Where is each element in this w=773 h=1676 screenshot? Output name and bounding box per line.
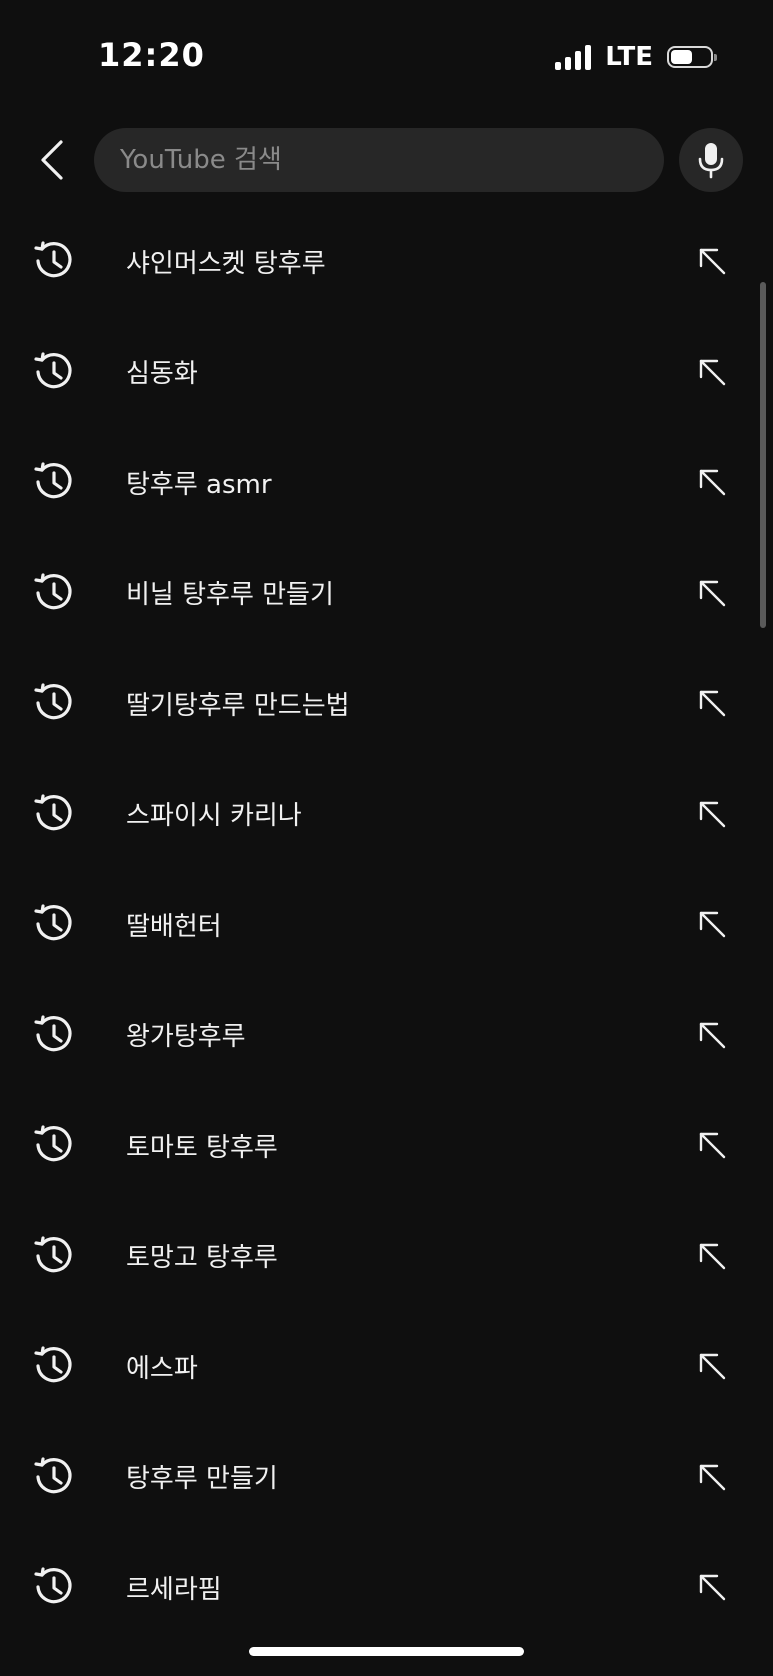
back-arrow-icon [41, 140, 63, 180]
history-icon [33, 1456, 75, 1498]
arrow-up-left-icon[interactable] [692, 1346, 732, 1386]
suggestion-row[interactable]: 심동화 [0, 317, 773, 428]
scrollbar[interactable] [760, 282, 766, 628]
suggestion-row[interactable]: 스파이시 카리나 [0, 759, 773, 870]
battery-level [671, 50, 692, 64]
search-box[interactable] [94, 128, 664, 192]
suggestion-row[interactable]: 샤인머스켓 탕후루 [0, 206, 773, 317]
suggestion-text: 토망고 탕후루 [126, 1243, 278, 1274]
suggestion-text: 딸기탕후루 만드는법 [126, 690, 350, 721]
signal-strength-icon [555, 44, 592, 70]
history-icon [33, 903, 75, 945]
search-history-list: 샤인머스켓 탕후루심동화탕후루 asmr 비닐 탕후루 만들기딸기탕후루 만드는법… [0, 206, 773, 1643]
suggestion-text: 르세라핌 [126, 1574, 222, 1605]
arrow-up-left-icon[interactable] [692, 1125, 732, 1165]
arrow-up-left-icon[interactable] [692, 904, 732, 944]
suggestion-text: 왕가탕후루 [126, 1022, 246, 1053]
suggestion-row[interactable]: 에스파 [0, 1311, 773, 1422]
arrow-up-left-icon[interactable] [692, 1236, 732, 1276]
search-header [0, 120, 773, 202]
status-time: 12:20 [98, 36, 205, 74]
arrow-up-left-icon[interactable] [692, 462, 732, 502]
history-icon [33, 1014, 75, 1056]
suggestion-row[interactable]: 왕가탕후루 [0, 980, 773, 1091]
arrow-up-left-icon[interactable] [692, 683, 732, 723]
suggestion-text: 비닐 탕후루 만들기 [126, 580, 334, 611]
arrow-up-left-icon[interactable] [692, 1015, 732, 1055]
arrow-up-left-icon[interactable] [692, 573, 732, 613]
suggestion-text: 스파이시 카리나 [126, 801, 302, 832]
battery-icon [667, 46, 717, 68]
suggestion-text: 토마토 탕후루 [126, 1132, 278, 1163]
search-input[interactable] [94, 128, 664, 192]
suggestion-text: 샤인머스켓 탕후루 [126, 248, 326, 279]
arrow-up-left-icon[interactable] [692, 1567, 732, 1607]
status-bar: 12:20 LTE [0, 0, 773, 110]
arrow-up-left-icon[interactable] [692, 1457, 732, 1497]
history-icon [33, 682, 75, 724]
microphone-icon [698, 143, 724, 179]
history-icon [33, 240, 75, 282]
network-type: LTE [605, 42, 653, 72]
back-button[interactable] [22, 130, 82, 190]
history-icon [33, 351, 75, 393]
suggestion-row[interactable]: 토망고 탕후루 [0, 1201, 773, 1312]
arrow-up-left-icon[interactable] [692, 352, 732, 392]
history-icon [33, 572, 75, 614]
history-icon [33, 1345, 75, 1387]
history-icon [33, 1235, 75, 1277]
suggestion-row[interactable]: 딸기탕후루 만드는법 [0, 648, 773, 759]
history-icon [33, 793, 75, 835]
arrow-up-left-icon[interactable] [692, 794, 732, 834]
suggestion-row[interactable]: 르세라핌 [0, 1532, 773, 1643]
suggestion-text: 탕후루 만들기 [126, 1464, 278, 1495]
history-icon [33, 1566, 75, 1608]
suggestion-text: 에스파 [126, 1353, 198, 1384]
status-indicators: LTE [555, 42, 717, 72]
suggestion-text: 딸배헌터 [126, 911, 222, 942]
suggestion-row[interactable]: 비닐 탕후루 만들기 [0, 538, 773, 649]
suggestion-text: 탕후루 asmr [126, 469, 272, 500]
history-icon [33, 1124, 75, 1166]
suggestion-row[interactable]: 토마토 탕후루 [0, 1090, 773, 1201]
suggestion-row[interactable]: 탕후루 asmr [0, 427, 773, 538]
voice-search-button[interactable] [679, 128, 743, 192]
suggestion-text: 심동화 [126, 359, 198, 390]
suggestion-row[interactable]: 탕후루 만들기 [0, 1422, 773, 1533]
home-indicator[interactable] [249, 1647, 524, 1656]
suggestion-row[interactable]: 딸배헌터 [0, 869, 773, 980]
history-icon [33, 461, 75, 503]
arrow-up-left-icon[interactable] [692, 241, 732, 281]
